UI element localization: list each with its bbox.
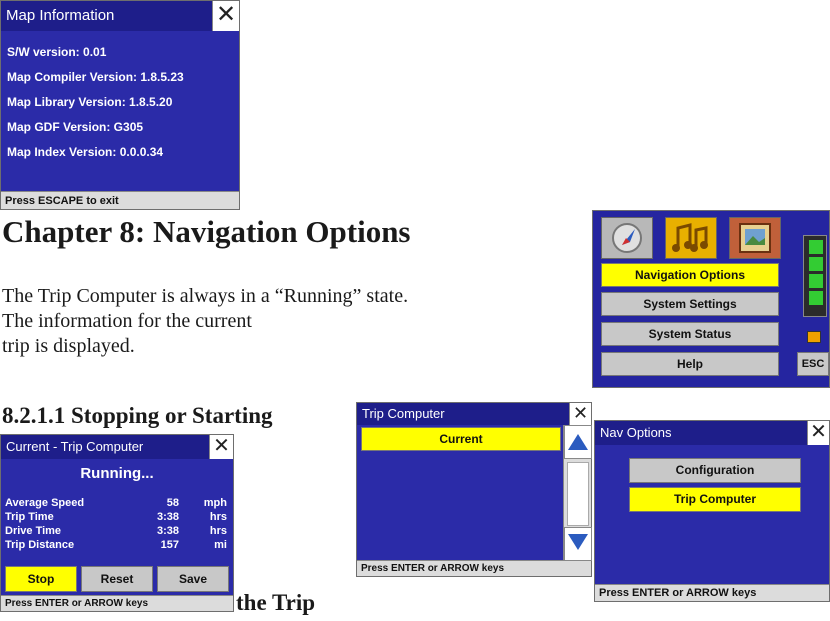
battery-indicator xyxy=(803,235,827,317)
map-gdf-version-line: Map GDF Version: G305 xyxy=(7,120,144,134)
close-icon: ✕ xyxy=(213,435,230,457)
music-icon xyxy=(672,223,708,252)
status-bar: Press ENTER or ARROW keys xyxy=(1,595,233,611)
status-bar: Press ENTER or ARROW keys xyxy=(357,560,591,576)
system-settings-button[interactable]: System Settings xyxy=(601,292,779,316)
map-index-version-line: Map Index Version: 0.0.0.34 xyxy=(7,145,164,159)
window-title: Current - Trip Computer xyxy=(1,435,233,459)
music-tile[interactable] xyxy=(665,217,717,259)
map-compiler-version-line: Map Compiler Version: 1.8.5.23 xyxy=(7,70,184,84)
stat-unit: hrs xyxy=(209,511,227,523)
trip-computer-button[interactable]: Trip Computer xyxy=(629,487,801,512)
trip-computer-list-window: Trip Computer ✕ Current Press ENTER or A… xyxy=(356,402,592,577)
battery-segment xyxy=(809,240,823,254)
stat-value: 58 xyxy=(166,497,179,509)
photo-tile[interactable] xyxy=(729,217,781,259)
close-icon: ✕ xyxy=(215,1,237,28)
navigation-options-button[interactable]: Navigation Options xyxy=(601,263,779,287)
status-bar: Press ESCAPE to exit xyxy=(1,191,239,209)
compass-icon xyxy=(612,223,642,253)
close-button[interactable]: ✕ xyxy=(807,421,829,445)
battery-segment xyxy=(809,257,823,271)
scroll-down-button[interactable] xyxy=(564,527,592,561)
chapter-heading: Chapter 8: Navigation Options xyxy=(2,214,411,249)
battery-segment xyxy=(809,291,823,305)
arrow-down-icon xyxy=(568,534,588,550)
stat-label: Trip Time xyxy=(5,511,54,523)
map-information-window: Map Information ✕ S/W version: 0.01 Map … xyxy=(0,0,240,210)
scrollbar[interactable] xyxy=(563,425,592,561)
stat-unit: mph xyxy=(203,497,227,509)
stat-label: Drive Time xyxy=(5,525,62,537)
window-title: Nav Options xyxy=(595,421,829,445)
main-menu-screen: Navigation Options System Settings Syste… xyxy=(592,210,830,388)
stat-value: 3:38 xyxy=(156,525,179,537)
stat-row-average-speed: Average Speed 58 mph xyxy=(5,497,227,511)
system-status-button[interactable]: System Status xyxy=(601,322,779,346)
stat-value: 157 xyxy=(160,539,179,551)
stat-row-drive-time: Drive Time 3:38 hrs xyxy=(5,525,227,539)
photo-album-icon xyxy=(739,223,771,253)
configuration-button[interactable]: Configuration xyxy=(629,458,801,483)
stat-row-trip-distance: Trip Distance 157 mi xyxy=(5,539,227,553)
battery-segment xyxy=(809,274,823,288)
scroll-up-button[interactable] xyxy=(564,425,592,459)
stat-row-trip-time: Trip Time 3:38 hrs xyxy=(5,511,227,525)
save-button[interactable]: Save xyxy=(157,566,229,592)
window-title: Map Information xyxy=(1,1,239,31)
body-paragraph-line-3: trip is displayed. xyxy=(2,335,135,357)
close-button[interactable]: ✕ xyxy=(209,435,233,459)
trailing-text: the Trip xyxy=(236,590,316,615)
map-library-version-line: Map Library Version: 1.8.5.20 xyxy=(7,95,173,109)
body-paragraph-line-1: The Trip Computer is always in a “Runnin… xyxy=(2,285,409,307)
navigation-tile[interactable] xyxy=(601,217,653,259)
current-trip-computer-window: Current - Trip Computer ✕ Running... Ave… xyxy=(0,434,234,612)
sw-version-line: S/W version: 0.01 xyxy=(7,45,107,59)
stat-unit: hrs xyxy=(209,525,227,537)
window-title: Trip Computer xyxy=(357,403,591,425)
close-button[interactable]: ✕ xyxy=(569,403,591,425)
close-icon: ✕ xyxy=(572,403,589,423)
running-state-label: Running... xyxy=(80,465,154,482)
scroll-track[interactable] xyxy=(567,462,589,526)
stat-label: Average Speed xyxy=(5,497,85,509)
status-bar: Press ENTER or ARROW keys xyxy=(595,584,829,601)
esc-button[interactable]: ESC xyxy=(797,352,829,376)
stat-label: Trip Distance xyxy=(5,539,75,551)
section-heading: 8.2.1.1 Stopping or Starting xyxy=(2,403,273,428)
reset-button[interactable]: Reset xyxy=(81,566,153,592)
close-button[interactable]: ✕ xyxy=(212,1,239,31)
list-item-current[interactable]: Current xyxy=(361,427,561,451)
close-icon: ✕ xyxy=(810,421,827,443)
help-button[interactable]: Help xyxy=(601,352,779,376)
stat-value: 3:38 xyxy=(156,511,179,523)
arrow-up-icon xyxy=(568,434,588,450)
stop-button[interactable]: Stop xyxy=(5,566,77,592)
power-plug-icon xyxy=(807,331,821,343)
stat-unit: mi xyxy=(214,539,227,551)
body-paragraph-line-2: The information for the current xyxy=(2,310,252,332)
nav-options-window: Nav Options ✕ Configuration Trip Compute… xyxy=(594,420,830,602)
